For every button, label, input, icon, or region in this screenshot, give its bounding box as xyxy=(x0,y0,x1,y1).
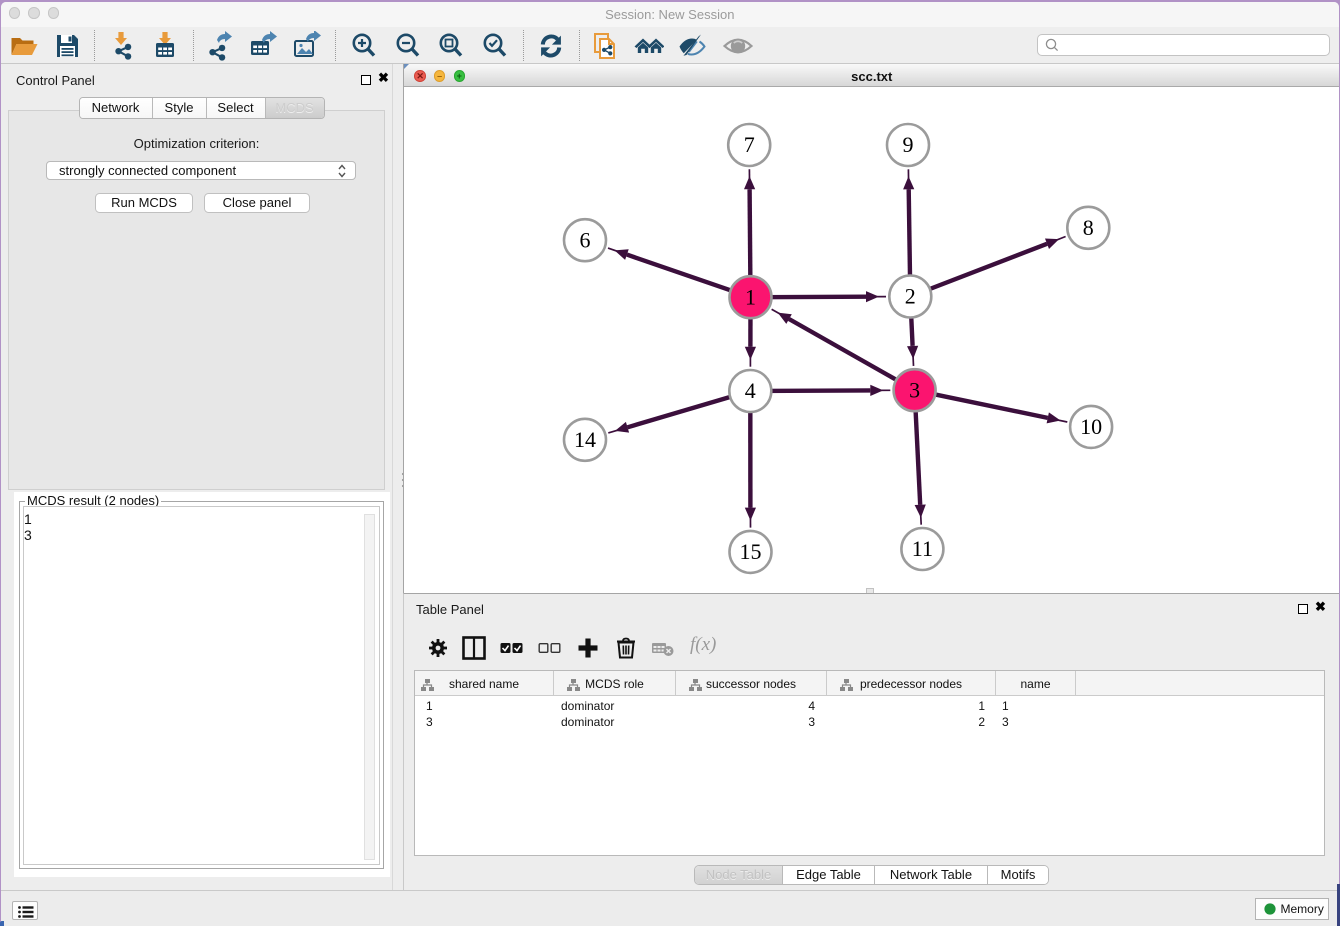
svg-text:8: 8 xyxy=(1083,215,1094,240)
svg-text:6: 6 xyxy=(580,227,591,252)
svg-text:2: 2 xyxy=(905,283,916,308)
svg-text:3: 3 xyxy=(909,377,920,402)
svg-text:11: 11 xyxy=(912,536,933,561)
svg-text:4: 4 xyxy=(745,378,756,403)
svg-text:1: 1 xyxy=(745,284,756,309)
svg-text:15: 15 xyxy=(740,539,762,564)
svg-text:7: 7 xyxy=(744,132,755,157)
svg-text:9: 9 xyxy=(903,132,914,157)
svg-text:14: 14 xyxy=(574,427,596,452)
svg-text:10: 10 xyxy=(1080,414,1102,439)
